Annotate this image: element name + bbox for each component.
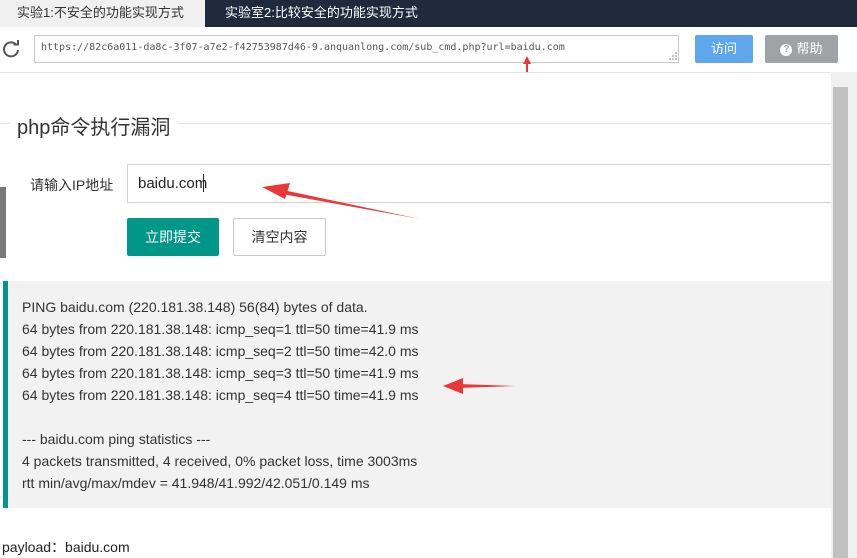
section-rule-right bbox=[178, 123, 831, 124]
page-title: php命令执行漏洞 bbox=[17, 117, 171, 139]
resize-grip-icon[interactable] bbox=[668, 51, 678, 61]
payload-text: payload：baidu.com bbox=[2, 539, 130, 555]
text-caret bbox=[203, 174, 204, 192]
side-drawer-handle[interactable] bbox=[0, 187, 6, 258]
output-line: 64 bytes from 220.181.38.148: icmp_seq=1… bbox=[22, 321, 419, 337]
ip-input-value: baidu.com bbox=[138, 175, 208, 192]
ip-label: 请输入IP地址 bbox=[30, 177, 114, 193]
help-label: 帮助 bbox=[796, 41, 823, 56]
url-text: https://82c6a011-da8c-3f07-a7e2-f4275398… bbox=[41, 42, 565, 53]
output-line: 64 bytes from 220.181.38.148: icmp_seq=4… bbox=[22, 387, 419, 403]
output-line: 64 bytes from 220.181.38.148: icmp_seq=2… bbox=[22, 343, 419, 359]
submit-button[interactable]: 立即提交 bbox=[127, 218, 219, 256]
divider bbox=[0, 72, 857, 73]
scrollbar-thumb[interactable] bbox=[833, 87, 848, 558]
question-icon: ? bbox=[780, 44, 793, 56]
ip-input[interactable] bbox=[127, 164, 831, 203]
tab-experiment-2[interactable]: 实验室2:比较安全的功能实现方式 bbox=[225, 0, 418, 27]
section-rule-left bbox=[0, 123, 10, 124]
output-line: PING baidu.com (220.181.38.148) 56(84) b… bbox=[22, 299, 368, 315]
help-button[interactable]: ? 帮助 bbox=[765, 35, 838, 63]
output-line: rtt min/avg/max/mdev = 41.948/41.992/42.… bbox=[22, 475, 370, 491]
output-line: 4 packets transmitted, 4 received, 0% pa… bbox=[22, 453, 418, 469]
tab-experiment-1[interactable]: 实验1:不安全的功能实现方式 bbox=[0, 0, 205, 27]
visit-button[interactable]: 访问 bbox=[695, 35, 753, 63]
clear-button[interactable]: 清空内容 bbox=[233, 218, 326, 256]
output-line: --- baidu.com ping statistics --- bbox=[22, 431, 211, 447]
reload-icon[interactable] bbox=[0, 38, 22, 60]
output-line: 64 bytes from 220.181.38.148: icmp_seq=3… bbox=[22, 365, 419, 381]
